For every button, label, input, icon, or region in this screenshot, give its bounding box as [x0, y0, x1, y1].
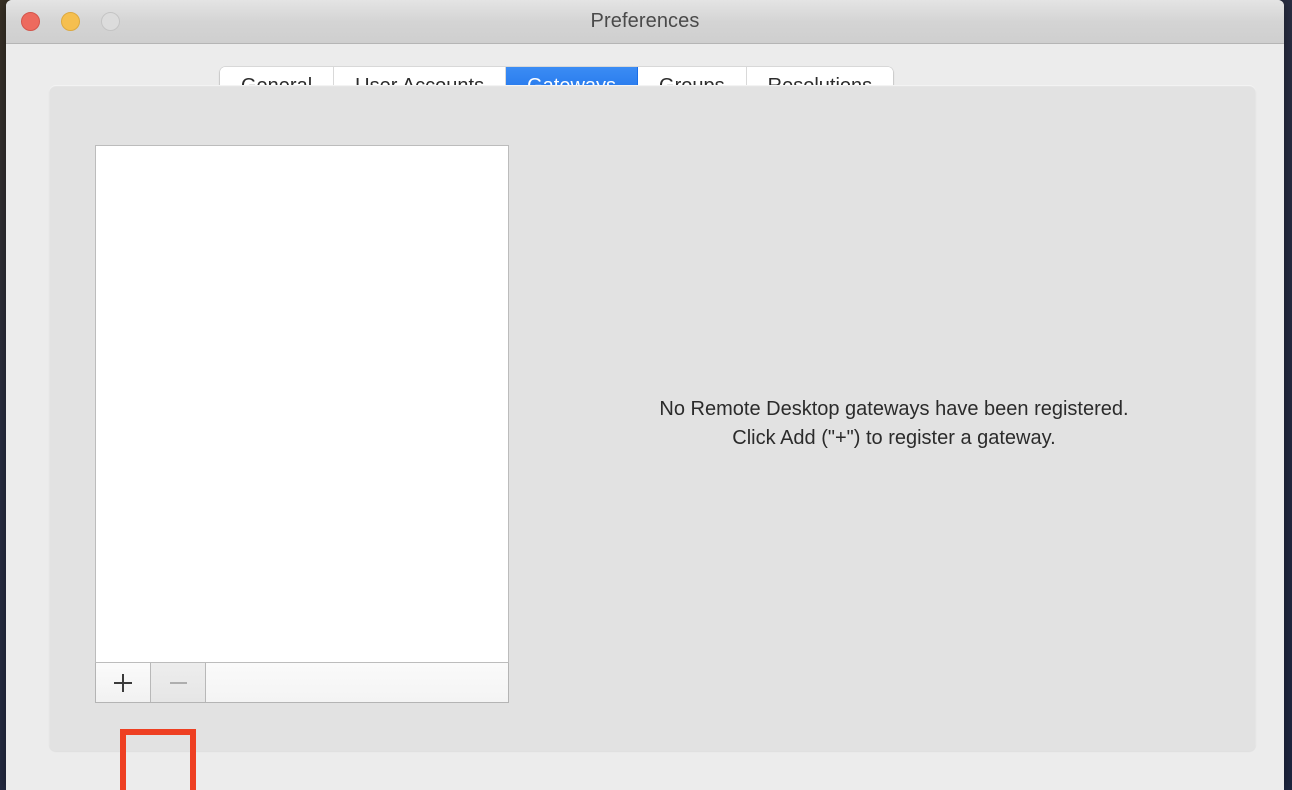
gateways-list-toolbar	[95, 663, 509, 703]
empty-state-line-1: No Remote Desktop gateways have been reg…	[659, 398, 1129, 420]
remove-gateway-button[interactable]	[151, 663, 206, 702]
gateways-pane: No Remote Desktop gateways have been reg…	[49, 85, 1256, 790]
toolbar-filler	[206, 663, 508, 702]
window-title-bar[interactable]: Preferences	[6, 0, 1284, 44]
add-gateway-button[interactable]	[96, 663, 151, 702]
gateways-list[interactable]	[95, 145, 509, 663]
add-button-highlight-annotation	[120, 729, 196, 790]
empty-state-message: No Remote Desktop gateways have been reg…	[549, 395, 1239, 453]
window-title: Preferences	[590, 10, 700, 32]
minus-icon	[169, 681, 187, 684]
empty-state-line-2: Click Add ("+") to register a gateway.	[732, 427, 1056, 449]
preferences-window: Preferences General User Accounts Gatewa…	[6, 0, 1284, 790]
plus-icon	[113, 673, 133, 693]
